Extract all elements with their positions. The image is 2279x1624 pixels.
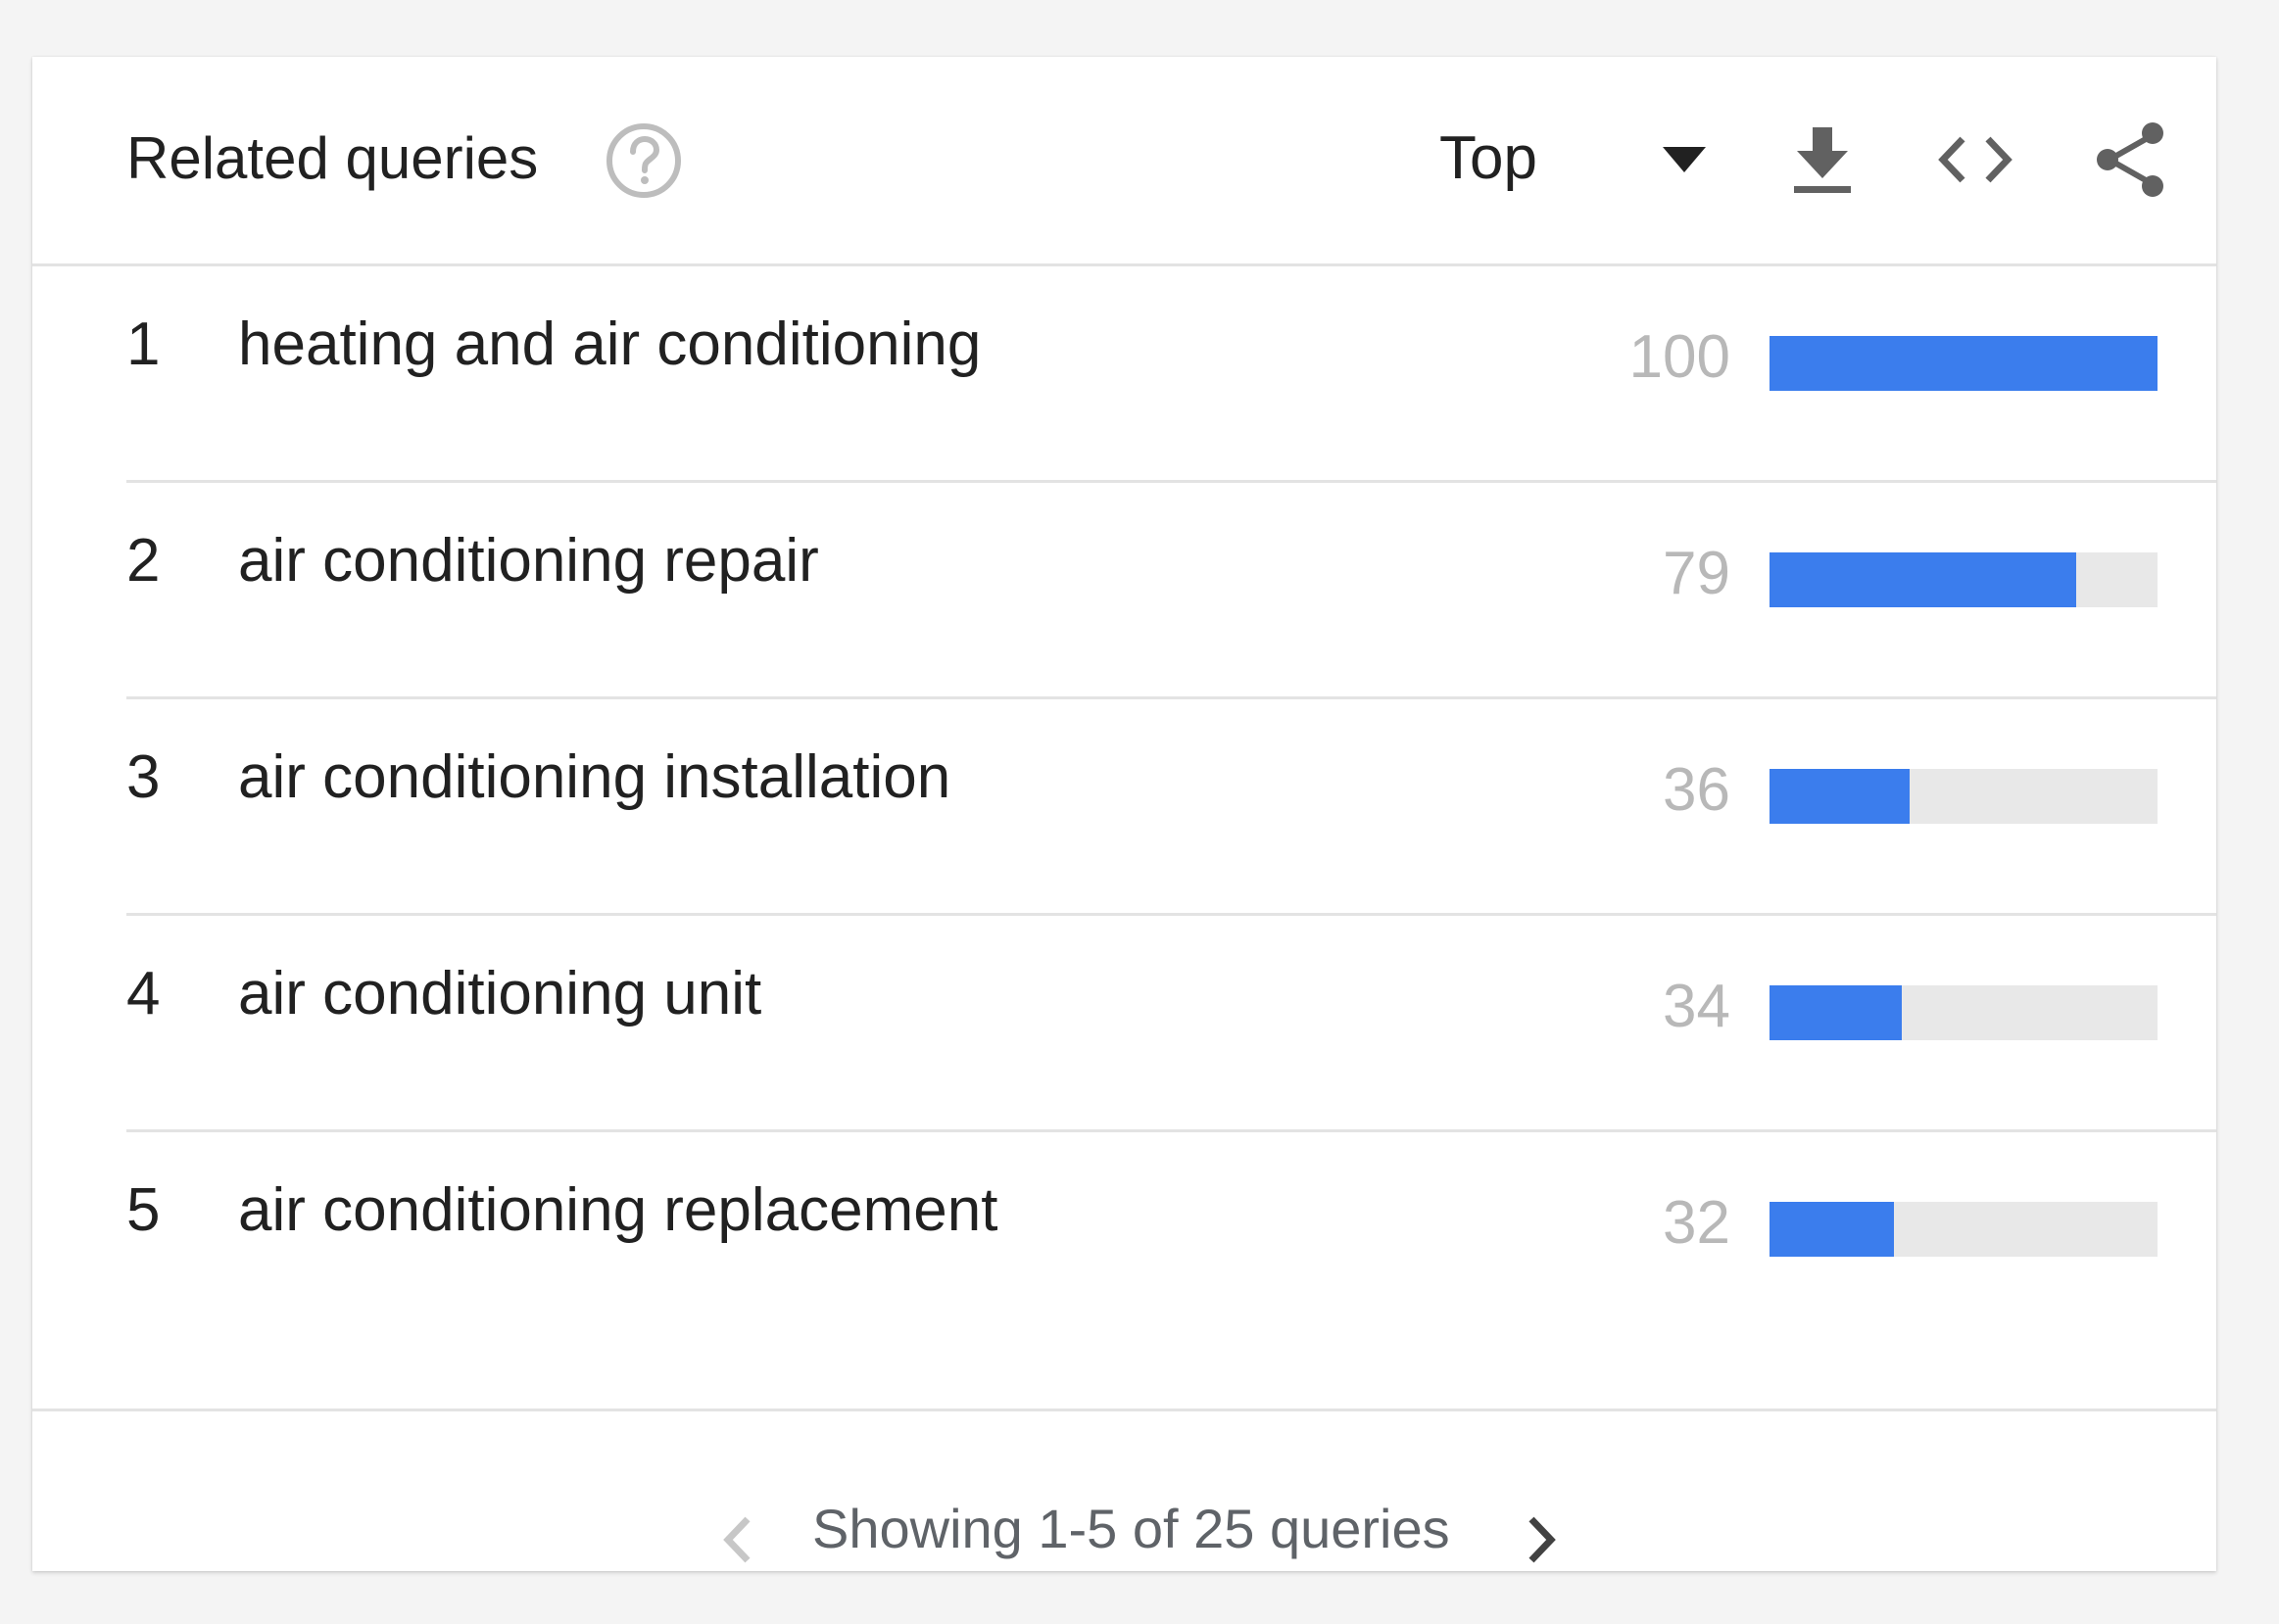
caret-down-icon	[1663, 147, 1706, 172]
value-bar-track	[1770, 552, 2158, 607]
value-bar-fill	[1770, 336, 2158, 391]
value-bar-track	[1770, 769, 2158, 824]
value-bar-track	[1770, 336, 2158, 391]
query-value: 100	[1628, 323, 1730, 391]
pagination-status: Showing 1-5 of 25 queries	[812, 1498, 1450, 1559]
query-text[interactable]: air conditioning replacement	[238, 1171, 997, 1250]
query-rank: 2	[126, 527, 161, 595]
card-header: Related queries Top	[32, 57, 2216, 266]
chevron-right-icon[interactable]	[1512, 1505, 1571, 1574]
value-bar-fill	[1770, 1202, 1894, 1257]
top-rising-dropdown[interactable]: Top	[1439, 116, 1714, 204]
share-icon[interactable]	[2090, 118, 2174, 202]
value-bar-track	[1770, 1202, 2158, 1257]
query-value: 79	[1663, 540, 1730, 607]
download-icon[interactable]	[1780, 118, 1865, 202]
code-embed-icon[interactable]	[1933, 118, 2017, 202]
value-bar-fill	[1770, 985, 1902, 1040]
card-title: Related queries	[126, 125, 539, 191]
query-text[interactable]: air conditioning installation	[238, 739, 950, 817]
value-bar-fill	[1770, 552, 2076, 607]
chevron-left-icon[interactable]	[708, 1505, 767, 1574]
query-text[interactable]: air conditioning unit	[238, 955, 761, 1033]
list-item[interactable]: 1 heating and air conditioning 100	[126, 266, 2216, 483]
list-item[interactable]: 4 air conditioning unit 34	[126, 916, 2216, 1132]
query-text[interactable]: air conditioning repair	[238, 522, 819, 600]
list-item[interactable]: 3 air conditioning installation 36	[126, 699, 2216, 916]
dropdown-selected-value: Top	[1439, 124, 1537, 192]
value-bar-track	[1770, 985, 2158, 1040]
query-rank: 1	[126, 310, 161, 378]
pagination-bar: Showing 1-5 of 25 queries	[32, 1409, 2216, 1571]
query-rank: 3	[126, 743, 161, 811]
list-item[interactable]: 2 air conditioning repair 79	[126, 483, 2216, 699]
query-rank: 4	[126, 960, 161, 1027]
query-text[interactable]: heating and air conditioning	[238, 306, 981, 384]
related-queries-card: Related queries Top 1 heating and air co…	[32, 57, 2216, 1571]
query-value: 32	[1663, 1189, 1730, 1257]
query-rank: 5	[126, 1176, 161, 1244]
list-item[interactable]: 5 air conditioning replacement 32	[126, 1132, 2216, 1349]
value-bar-fill	[1770, 769, 1910, 824]
query-value: 36	[1663, 756, 1730, 824]
help-circle-icon[interactable]	[605, 121, 683, 200]
query-value: 34	[1663, 973, 1730, 1040]
